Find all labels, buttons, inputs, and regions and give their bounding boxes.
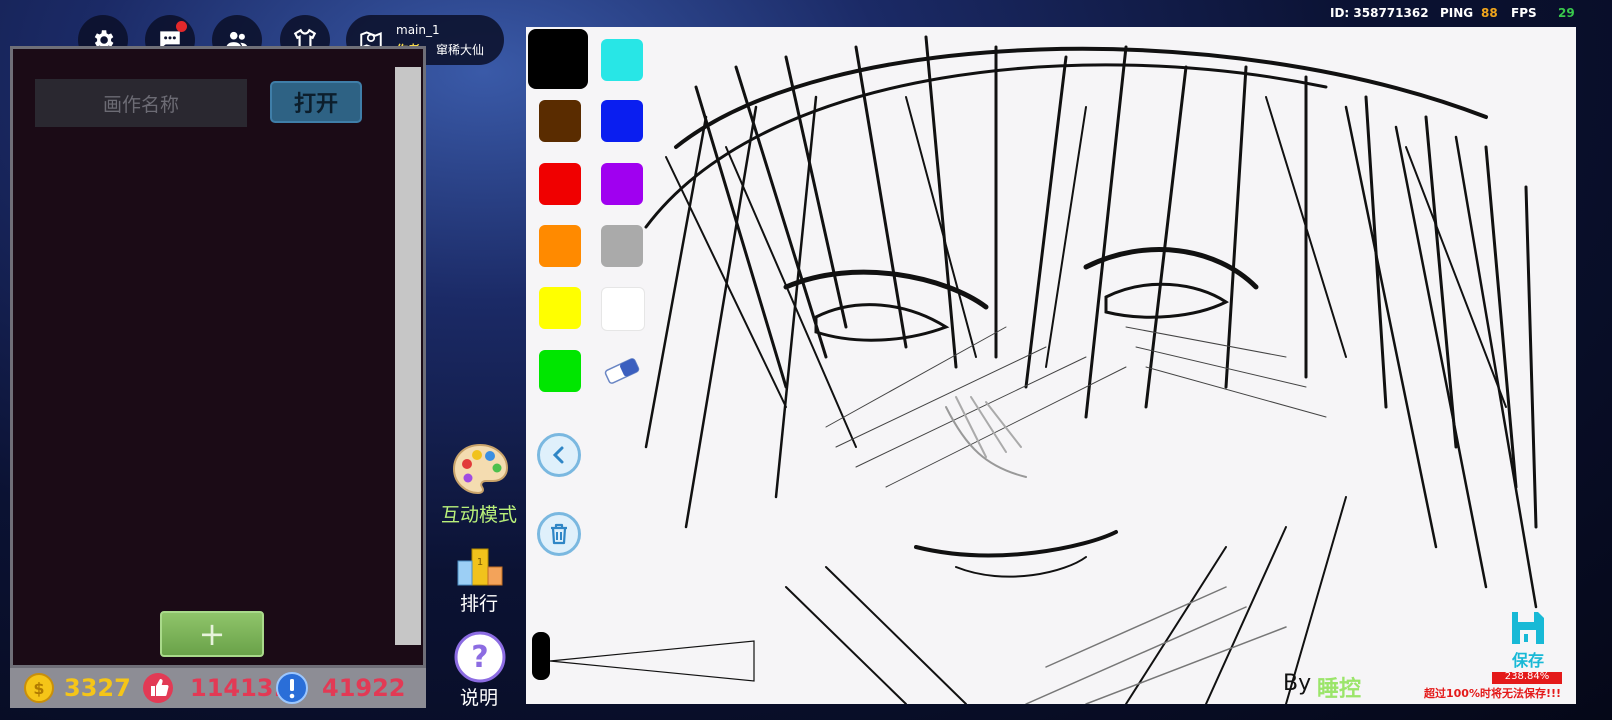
help-button[interactable]: ? xyxy=(453,630,507,684)
points-count: 41922 xyxy=(322,674,406,702)
color-blue[interactable] xyxy=(601,100,643,142)
storage-warning: 超过100%时将无法保存!!! xyxy=(1424,687,1562,700)
clear-canvas-button[interactable] xyxy=(537,512,581,556)
svg-text:1: 1 xyxy=(477,557,483,568)
fps-label: FPS xyxy=(1511,6,1537,20)
undo-button[interactable] xyxy=(537,433,581,477)
storage-percent: 238.84% xyxy=(1504,671,1550,682)
question-icon: ? xyxy=(454,631,506,683)
svg-text:$: $ xyxy=(33,679,44,698)
color-purple[interactable] xyxy=(601,163,643,205)
open-button[interactable]: 打开 xyxy=(270,81,362,123)
ping-value: 88 xyxy=(1481,6,1498,20)
chevron-left-icon xyxy=(552,446,564,464)
ranking-button[interactable]: 1 xyxy=(455,542,505,588)
storage-bar: 238.84% xyxy=(1492,671,1562,684)
artwork-list-panel: 画作名称 打开 + xyxy=(10,46,426,668)
fps-value: 29 xyxy=(1558,6,1575,20)
floppy-disk-icon xyxy=(1512,612,1544,644)
color-green[interactable] xyxy=(539,350,581,392)
eraser-icon xyxy=(604,358,640,384)
coin-count: 3327 xyxy=(64,674,131,702)
color-white[interactable] xyxy=(601,287,645,331)
notification-dot xyxy=(176,21,187,32)
drawing-canvas[interactable]: By 睡控 保存 238.84% 超过100%时将无法保存!!! xyxy=(526,27,1576,704)
exclamation-icon xyxy=(276,672,308,704)
save-label: 保存 xyxy=(1511,651,1544,670)
color-orange[interactable] xyxy=(539,225,581,267)
color-cyan[interactable] xyxy=(601,39,643,81)
artwork-name-input[interactable]: 画作名称 xyxy=(35,79,247,127)
add-artwork-button[interactable]: + xyxy=(160,611,264,657)
interactive-mode-label: 互动模式 xyxy=(440,504,517,526)
save-button[interactable] xyxy=(1506,607,1550,649)
currency-bar: $ 3327 11413.8 41922 xyxy=(10,668,426,708)
user-id: ID: 358771362 xyxy=(1330,6,1429,20)
trash-icon xyxy=(551,523,567,545)
color-black[interactable] xyxy=(528,29,588,89)
ping-label: PING xyxy=(1440,6,1474,20)
map-name: main_1 xyxy=(396,23,440,37)
signature-prefix: By xyxy=(1283,671,1312,696)
svg-text:?: ? xyxy=(471,640,488,675)
interactive-mode-button[interactable] xyxy=(450,440,510,500)
list-scrollbar[interactable] xyxy=(395,67,421,645)
help-label: 说明 xyxy=(459,687,498,709)
brush-size-slider[interactable] xyxy=(548,639,758,683)
color-red[interactable] xyxy=(539,163,581,205)
signature-name: 睡控 xyxy=(1317,677,1362,702)
color-gray[interactable] xyxy=(601,225,643,267)
sketch-artwork xyxy=(644,35,1538,704)
eraser-button[interactable] xyxy=(601,350,643,392)
color-yellow[interactable] xyxy=(539,287,581,329)
ranking-label: 排行 xyxy=(459,593,498,615)
coin-icon: $ xyxy=(24,673,54,703)
palette-icon xyxy=(452,443,509,495)
thumbs-up-icon xyxy=(143,673,173,703)
podium-icon: 1 xyxy=(457,548,503,586)
color-brown[interactable] xyxy=(539,100,581,142)
author-name: 窜稀大仙 xyxy=(436,43,485,57)
